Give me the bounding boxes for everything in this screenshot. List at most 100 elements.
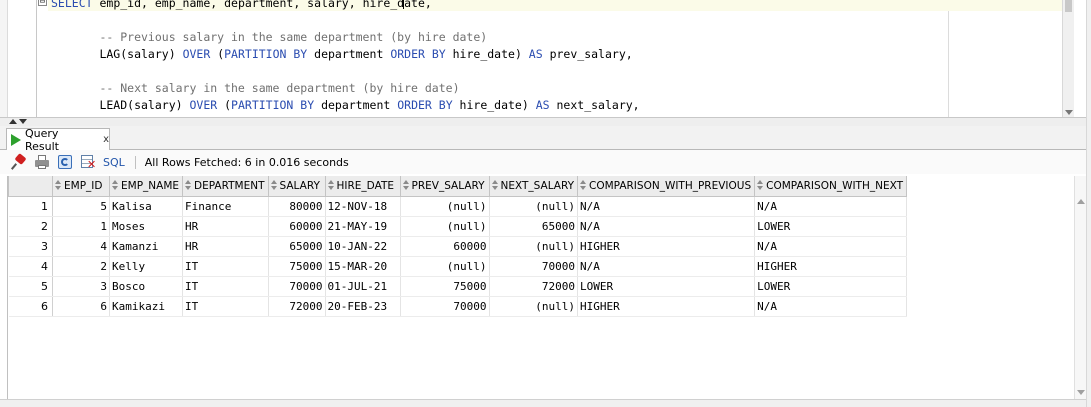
sort-icon[interactable] (112, 179, 118, 191)
cell-emp-name[interactable]: Kamanzi (109, 236, 184, 257)
table-row[interactable]: 2 1 Moses HR 60000 21-MAY-19 (null) 65000 N/A LOW… (8, 216, 908, 237)
cell-next-salary[interactable]: (null) (489, 296, 579, 317)
cell-next-salary[interactable]: 65000 (489, 216, 579, 237)
table-row[interactable]: 4 2 Kelly IT 75000 15-MAR-20 (null) 70000 N/A HIG… (8, 256, 908, 277)
print-icon[interactable] (34, 154, 50, 170)
sort-icon[interactable] (327, 179, 334, 191)
cell-comparison-with-next[interactable]: N/A (754, 236, 908, 257)
cell-prev-salary[interactable]: 75000 (400, 276, 490, 297)
cell-comparison-with-previous[interactable]: N/A (577, 196, 756, 217)
cell-hire-date[interactable]: 12-NOV-18 (325, 196, 401, 217)
cell-comparison-with-next[interactable]: N/A (754, 296, 908, 317)
table-row[interactable]: 5 3 Bosco IT 70000 01-JUL-21 75000 72000 LOWER LO… (8, 276, 908, 297)
column-header-department[interactable]: DEPARTMENT (182, 176, 269, 197)
sort-icon[interactable] (757, 179, 764, 191)
collapse-down-icon[interactable] (19, 119, 27, 124)
scroll-up-arrow-icon[interactable] (1077, 199, 1085, 204)
cell-salary[interactable]: 70000 (268, 276, 326, 297)
cell-salary[interactable]: 72000 (268, 296, 326, 317)
cell-emp-name[interactable]: Kalisa (109, 196, 184, 217)
cell-department[interactable]: IT (182, 256, 269, 277)
cell-emp-id[interactable]: 3 (52, 276, 110, 297)
cell-comparison-with-next[interactable]: N/A (754, 196, 908, 217)
table-row[interactable]: 3 4 Kamanzi HR 65000 10-JAN-22 60000 (null) HIGH… (8, 236, 908, 257)
column-header-hire-date[interactable]: HIRE_DATE (324, 176, 401, 197)
column-header-emp-id[interactable]: EMP_ID (52, 176, 110, 197)
row-number[interactable]: 4 (8, 256, 53, 277)
cell-prev-salary[interactable]: 70000 (400, 296, 490, 317)
table-row[interactable]: 6 6 Kamikazi IT 72000 20-FEB-23 70000 (null) HIG… (8, 296, 908, 317)
cell-department[interactable]: IT (182, 296, 269, 317)
cell-department[interactable]: HR (182, 236, 269, 257)
sort-icon[interactable] (270, 179, 277, 191)
column-header-comparison-with-previous[interactable]: COMPARISON_WITH_PREVIOUS (577, 176, 756, 197)
cell-comparison-with-next[interactable]: LOWER (754, 216, 908, 237)
fold-toggle-icon[interactable]: ⊟ (38, 0, 47, 6)
cell-emp-name[interactable]: Kelly (109, 256, 184, 277)
row-number[interactable]: 5 (8, 276, 53, 297)
grid-scrollbar[interactable] (1074, 176, 1086, 399)
cell-next-salary[interactable]: (null) (489, 196, 579, 217)
row-number[interactable]: 1 (8, 196, 53, 217)
cell-hire-date[interactable]: 21-MAY-19 (325, 216, 401, 237)
cell-comparison-with-next[interactable]: LOWER (754, 276, 908, 297)
cell-hire-date[interactable]: 20-FEB-23 (325, 296, 401, 317)
row-number[interactable]: 3 (8, 236, 53, 257)
cell-emp-id[interactable]: 2 (52, 256, 110, 277)
cell-comparison-with-previous[interactable]: LOWER (577, 276, 756, 297)
cell-salary[interactable]: 60000 (268, 216, 326, 237)
close-icon[interactable]: x (103, 134, 109, 145)
sort-icon[interactable] (491, 179, 498, 191)
result-grid[interactable]: EMP_ID EMP_NAME DEPARTMENT SALARY HIRE_DATE P… (8, 176, 1074, 399)
cell-emp-name[interactable]: Moses (109, 216, 184, 237)
cell-emp-id[interactable]: 5 (52, 196, 110, 217)
sort-icon[interactable] (55, 179, 61, 191)
column-header-comparison-with-next[interactable]: COMPARISON_WITH_NEXT (754, 176, 908, 197)
column-header-prev-salary[interactable]: PREV_SALARY (399, 176, 490, 197)
cell-next-salary[interactable]: 70000 (489, 256, 579, 277)
column-header-salary[interactable]: SALARY (267, 176, 326, 197)
cell-department[interactable]: IT (182, 276, 269, 297)
pane-splitter[interactable] (0, 117, 1091, 126)
column-header-emp-name[interactable]: EMP_NAME (108, 176, 184, 197)
cell-emp-name[interactable]: Bosco (109, 276, 184, 297)
sort-icon[interactable] (185, 179, 192, 191)
sort-icon[interactable] (402, 179, 409, 191)
cell-emp-name[interactable]: Kamikazi (109, 296, 184, 317)
pin-icon[interactable] (10, 153, 27, 170)
cell-hire-date[interactable]: 10-JAN-22 (325, 236, 401, 257)
sort-icon[interactable] (580, 179, 587, 191)
table-row[interactable]: 1 5 Kalisa Finance 80000 12-NOV-18 (null) (null… (8, 196, 908, 217)
cell-prev-salary[interactable]: 60000 (400, 236, 490, 257)
cell-emp-id[interactable]: 4 (52, 236, 110, 257)
cell-hire-date[interactable]: 15-MAR-20 (325, 256, 401, 277)
cell-prev-salary[interactable]: (null) (400, 216, 490, 237)
scroll-down-arrow-icon[interactable] (1077, 390, 1085, 395)
column-header-next-salary[interactable]: NEXT_SALARY (488, 176, 579, 197)
cell-comparison-with-previous[interactable]: N/A (577, 216, 756, 237)
freeze-grid-icon[interactable]: ✕ (80, 154, 96, 170)
cell-prev-salary[interactable]: (null) (400, 196, 490, 217)
row-number[interactable]: 6 (8, 296, 53, 317)
cell-emp-id[interactable]: 6 (52, 296, 110, 317)
cell-salary[interactable]: 75000 (268, 256, 326, 277)
editor-scroll-thumb[interactable] (1065, 0, 1072, 12)
cell-comparison-with-previous[interactable]: HIGHER (577, 296, 756, 317)
cell-salary[interactable]: 80000 (268, 196, 326, 217)
cell-comparison-with-previous[interactable]: HIGHER (577, 236, 756, 257)
cell-comparison-with-next[interactable]: HIGHER (754, 256, 908, 277)
cell-hire-date[interactable]: 01-JUL-21 (325, 276, 401, 297)
collapse-up-icon[interactable] (9, 119, 17, 124)
cell-prev-salary[interactable]: (null) (400, 256, 490, 277)
editor-scrollbar[interactable] (1062, 0, 1074, 117)
cell-next-salary[interactable]: (null) (489, 236, 579, 257)
cell-salary[interactable]: 65000 (268, 236, 326, 257)
sql-button[interactable]: SQL (103, 156, 125, 169)
cell-emp-id[interactable]: 1 (52, 216, 110, 237)
sql-editor[interactable]: ⊟ SELECT emp_id, emp_name, department, s… (0, 0, 1091, 117)
cell-department[interactable]: HR (182, 216, 269, 237)
cell-comparison-with-previous[interactable]: N/A (577, 256, 756, 277)
cell-department[interactable]: Finance (182, 196, 269, 217)
row-number[interactable]: 2 (8, 216, 53, 237)
refresh-icon[interactable] (57, 154, 73, 170)
